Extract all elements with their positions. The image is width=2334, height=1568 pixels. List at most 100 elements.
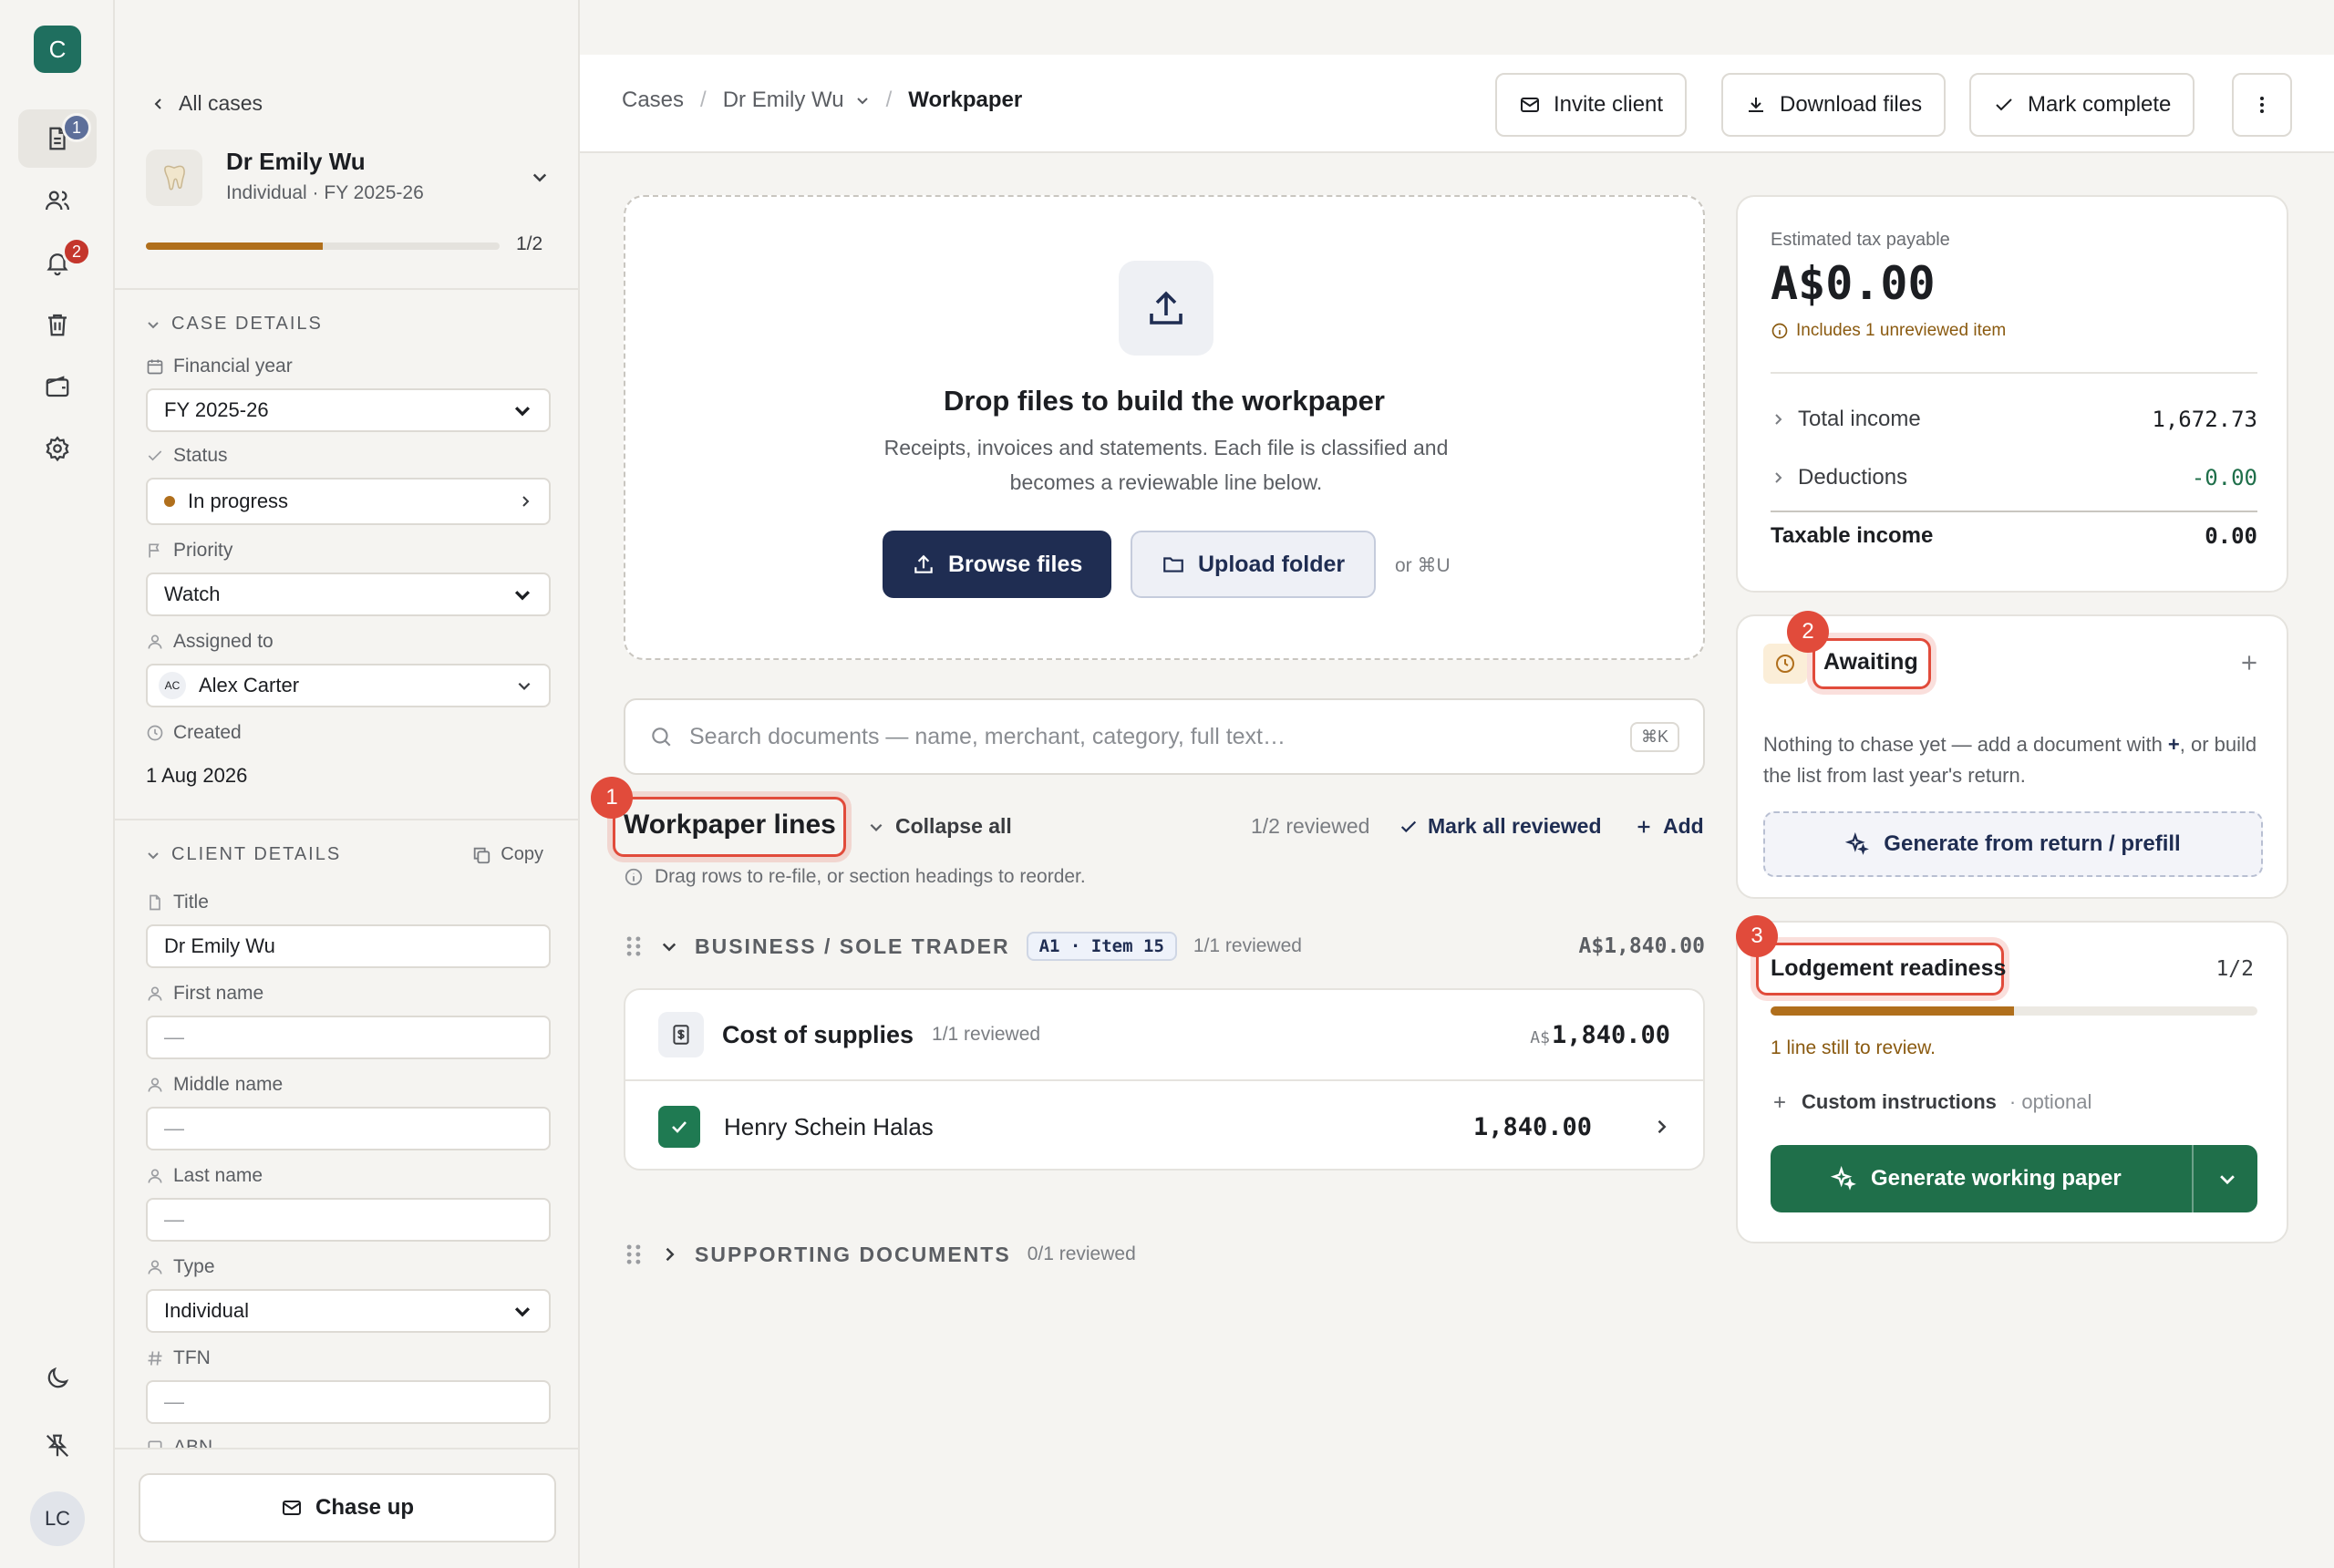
section-business-sole-trader[interactable]: BUSINESS / SOLE TRADER A1 · Item 15 1/1 … (624, 928, 1705, 965)
created-value: 1 Aug 2026 (146, 764, 248, 787)
user-icon (146, 1167, 164, 1185)
search-shortcut: ⌘K (1629, 721, 1679, 752)
drag-handle-icon[interactable] (624, 1243, 644, 1266)
client-details-toggle[interactable]: CLIENT DETAILS (146, 844, 341, 865)
taxable-income-label: Taxable income (1771, 523, 1934, 548)
file-drop-zone[interactable]: Drop files to build the workpaper Receip… (624, 195, 1705, 660)
invite-client-button[interactable]: Invite client (1495, 73, 1688, 137)
status-label-text: Status (173, 445, 228, 466)
financial-year-select[interactable]: FY 2025-26 (146, 388, 551, 432)
first-name-label-text: First name (173, 983, 264, 1004)
tooth-icon (146, 150, 202, 206)
tfn-field[interactable]: — (146, 1380, 551, 1424)
more-options-button[interactable] (2232, 73, 2292, 137)
custom-instructions-toggle[interactable]: Custom instructions · optional (1771, 1090, 2091, 1114)
user-avatar[interactable]: LC (30, 1491, 85, 1546)
title-field[interactable]: Dr Emily Wu (146, 924, 551, 968)
chase-up-button[interactable]: Chase up (139, 1473, 556, 1542)
section-supporting-documents[interactable]: SUPPORTING DOCUMENTS 0/1 reviewed (624, 1236, 1705, 1273)
type-value: Individual (164, 1299, 249, 1322)
reviewed-checkbox[interactable] (658, 1106, 700, 1148)
chase-up-label: Chase up (315, 1495, 415, 1520)
copy-client-details-button[interactable]: Copy (471, 844, 543, 865)
add-awaiting-button[interactable] (2237, 651, 2261, 675)
middle-name-field[interactable]: — (146, 1107, 551, 1150)
category-row[interactable]: Cost of supplies 1/1 reviewed A$ 1,840.0… (625, 990, 1703, 1081)
nav-trash[interactable] (18, 295, 97, 354)
upload-folder-button[interactable]: Upload folder (1131, 531, 1377, 598)
mail-icon (281, 1497, 303, 1519)
browse-files-button[interactable]: Browse files (883, 531, 1112, 598)
divider (115, 1448, 578, 1449)
all-cases-link[interactable]: All cases (151, 91, 263, 116)
status-label: Status (146, 445, 228, 467)
generate-options-dropdown[interactable] (2217, 1169, 2237, 1189)
more-vertical-icon (2251, 94, 2273, 116)
deductions-row[interactable]: Deductions -0.00 (1771, 450, 2257, 505)
nav-wallet[interactable] (18, 357, 97, 416)
total-income-row[interactable]: Total income 1,672.73 (1771, 392, 2257, 447)
icon-rail: C 1 2 LC (0, 0, 115, 1568)
sparkle-icon (1845, 832, 1870, 856)
copy-label: Copy (501, 844, 543, 864)
drag-handle-icon[interactable] (624, 934, 644, 958)
case-details-toggle[interactable]: CASE DETAILS (146, 314, 323, 335)
chevron-down-icon (516, 677, 532, 694)
notifications-count-badge: 2 (62, 237, 91, 266)
hash-icon (146, 1349, 164, 1367)
type-label: Type (146, 1256, 215, 1278)
nav-clients[interactable] (18, 171, 97, 230)
chevron-right-icon (660, 1245, 678, 1264)
download-files-label: Download files (1780, 92, 1923, 117)
generate-working-paper-button[interactable]: Generate working paper (1771, 1145, 2257, 1212)
lodgement-title: Lodgement readiness (1771, 955, 2007, 981)
chevron-down-icon (146, 848, 160, 862)
chevron-left-icon (151, 97, 166, 111)
user-icon (146, 633, 164, 651)
first-name-field[interactable]: — (146, 1016, 551, 1059)
assignee-select[interactable]: AC Alex Carter (146, 664, 551, 707)
drop-description: Receipts, invoices and statements. Each … (883, 436, 1449, 494)
generate-from-return-button[interactable]: Generate from return / prefill (1763, 811, 2263, 877)
status-select[interactable]: In progress (146, 478, 551, 525)
download-icon (1745, 94, 1767, 116)
theme-toggle[interactable] (18, 1349, 97, 1408)
unpin-sidebar[interactable] (18, 1417, 97, 1475)
mark-all-reviewed-button[interactable]: Mark all reviewed (1399, 814, 1602, 839)
add-line-button[interactable]: Add (1634, 814, 1704, 839)
awaiting-desc-plus: + (2167, 733, 2180, 756)
case-switcher[interactable]: Dr Emily Wu Individual · FY 2025-26 (146, 144, 553, 213)
created-label: Created (146, 722, 242, 744)
crumb-cases[interactable]: Cases (622, 88, 684, 113)
category-review-count: 1/1 reviewed (932, 1024, 1041, 1045)
financial-year-label: Financial year (146, 356, 293, 377)
crumb-client[interactable]: Dr Emily Wu (723, 88, 870, 113)
last-name-field[interactable]: — (146, 1198, 551, 1242)
collapse-all-button[interactable]: Collapse all (868, 814, 1012, 839)
moon-icon (44, 1365, 71, 1392)
priority-select[interactable]: Watch (146, 573, 551, 616)
financial-year-value: FY 2025-26 (164, 398, 269, 421)
case-progress-bar (146, 242, 500, 250)
line-item-row[interactable]: Henry Schein Halas 1,840.00 (625, 1081, 1703, 1172)
workspace-logo[interactable]: C (34, 26, 81, 73)
status-dot (164, 496, 175, 507)
nav-notifications[interactable]: 2 (18, 233, 97, 292)
chevron-down-icon (855, 93, 870, 108)
type-select[interactable]: Individual (146, 1289, 551, 1333)
button-split-divider (2192, 1145, 2194, 1212)
clock-icon (146, 724, 164, 742)
first-name-label: First name (146, 983, 263, 1005)
download-files-button[interactable]: Download files (1721, 73, 1947, 137)
category-amount: 1,840.00 (1551, 1020, 1670, 1049)
crumb-separator: / (700, 88, 707, 112)
document-search-input[interactable]: Search documents — name, merchant, categ… (624, 698, 1705, 775)
nav-settings[interactable] (18, 419, 97, 478)
reorder-hint-text: Drag rows to re-file, or section heading… (655, 866, 1086, 887)
folder-icon (1162, 552, 1185, 576)
case-sidebar: All cases Dr Emily Wu Individual · FY 20… (115, 0, 580, 1568)
chevron-down-icon (512, 400, 532, 420)
nav-documents[interactable]: 1 (18, 109, 97, 168)
pin-off-icon (44, 1432, 71, 1460)
mark-complete-button[interactable]: Mark complete (1969, 73, 2195, 137)
